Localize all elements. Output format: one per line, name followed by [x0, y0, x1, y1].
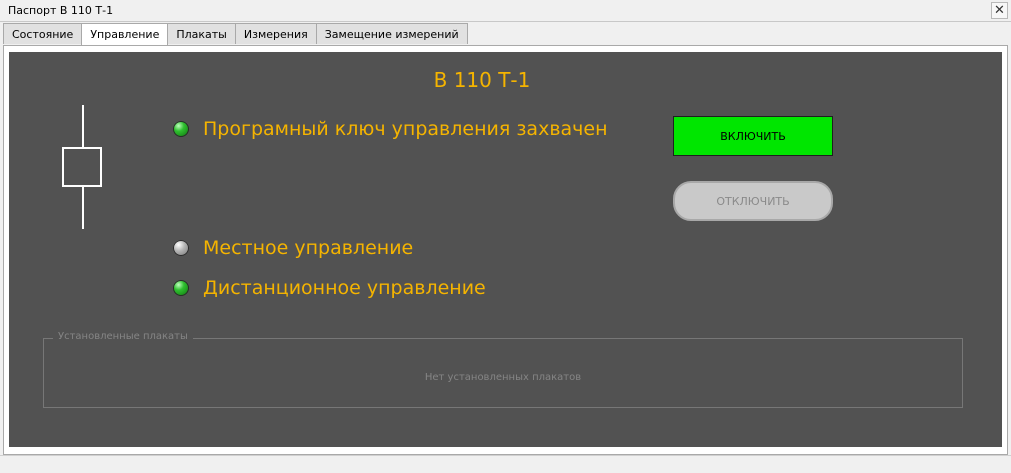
green-lamp-icon [173, 121, 189, 137]
tab-bar: Состояние Управление Плакаты Измерения З… [3, 23, 468, 45]
tab-posters[interactable]: Плакаты [167, 23, 236, 44]
switch-on-button[interactable]: ВКЛЮЧИТЬ [673, 116, 833, 156]
indicator-remote-control: Дистанционное управление [173, 277, 486, 299]
green-lamp-icon [173, 280, 189, 296]
control-panel: В 110 Т-1 Програмный ключ управления зах… [9, 52, 1002, 447]
indicator-label: Местное управление [203, 237, 414, 259]
gray-lamp-icon [173, 240, 189, 256]
tab-control[interactable]: Управление [81, 23, 169, 45]
indicator-program-key: Програмный ключ управления захвачен [173, 118, 608, 140]
tab-measurements[interactable]: Измерения [234, 23, 317, 44]
breaker-symbol-icon [62, 147, 102, 187]
tab-measurement-substitution[interactable]: Замещение измерений [315, 23, 468, 44]
status-bar [0, 455, 1011, 473]
posters-group-legend: Установленные плакаты [53, 331, 193, 342]
breaker-line-bottom [82, 187, 84, 229]
installed-posters-group: Установленные плакаты Нет установленных … [43, 331, 963, 408]
indicator-local-control: Местное управление [173, 237, 413, 259]
indicator-label: Програмный ключ управления захвачен [203, 118, 608, 140]
panel-title: В 110 Т-1 [433, 68, 531, 92]
title-bar: Паспорт В 110 Т-1 ✕ [0, 0, 1011, 22]
posters-empty-message: Нет установленных плакатов [424, 372, 582, 383]
window-title: Паспорт В 110 Т-1 [8, 4, 114, 17]
indicator-label: Дистанционное управление [203, 277, 486, 299]
breaker-line-top [82, 105, 84, 147]
close-icon[interactable]: ✕ [991, 2, 1008, 19]
switch-off-button[interactable]: ОТКЛЮЧИТЬ [673, 181, 833, 221]
tab-content-frame: В 110 Т-1 Програмный ключ управления зах… [3, 45, 1008, 455]
tab-state[interactable]: Состояние [3, 23, 83, 44]
